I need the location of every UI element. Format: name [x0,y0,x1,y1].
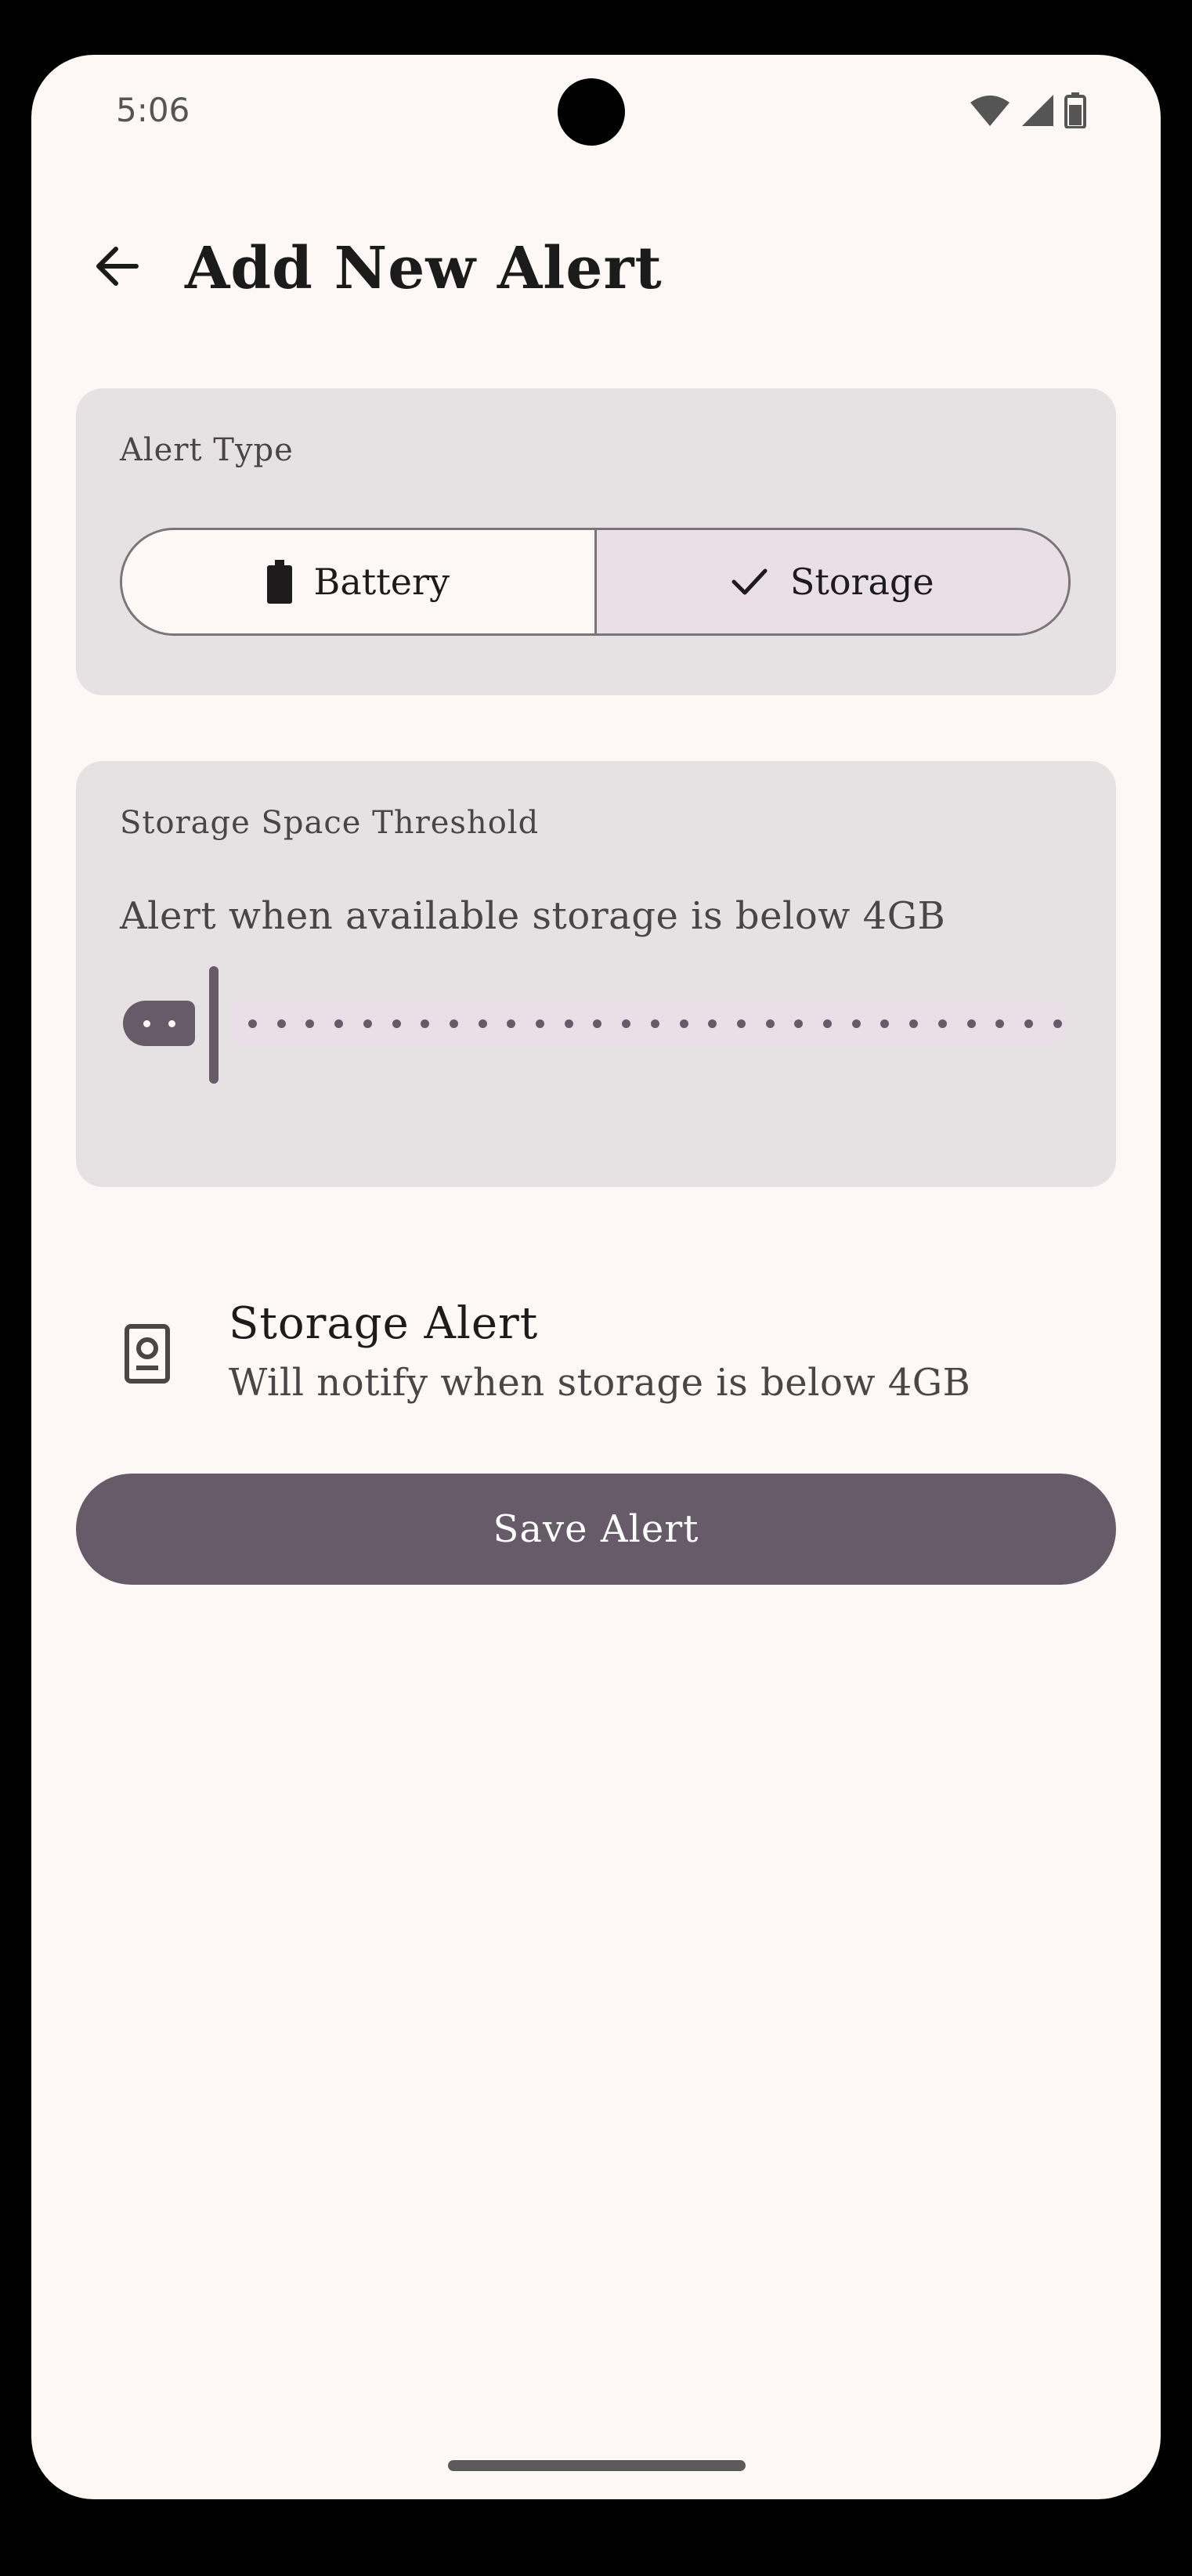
slider-stop-dot [823,1019,832,1028]
front-camera [558,78,625,146]
slider-stop-dot [334,1019,344,1028]
slider-stop-dot [593,1019,602,1028]
save-alert-button[interactable]: Save Alert [76,1474,1116,1585]
alert-type-label: Alert Type [120,432,294,468]
threshold-label: Storage Space Threshold [120,805,540,841]
battery-icon [266,560,292,604]
slider-stop-dot [449,1019,458,1028]
back-button[interactable] [78,227,157,305]
alert-type-selector: Battery Storage [120,528,1071,636]
slider-active-track [123,1001,195,1046]
threshold-description: Alert when available storage is below 4G… [120,894,946,938]
device-frame: 5:06 Add New Alert Alert Type Battery St… [0,0,1192,2576]
slider-stop-dot [909,1019,919,1028]
slider-stop-dot [851,1019,861,1028]
slider-stop-dot [765,1019,775,1028]
slider-stop-dot [966,1019,976,1028]
alert-type-card: Alert Type Battery Storage [76,388,1116,695]
slider-stop-dot [937,1019,947,1028]
slider-stop-dot [995,1019,1005,1028]
threshold-slider[interactable] [120,961,1071,1087]
battery-option[interactable]: Battery [122,530,594,633]
signal-icon [1022,95,1053,126]
status-time: 5:06 [116,91,190,129]
slider-stop-dot [305,1019,315,1028]
slider-stop-dot [536,1019,544,1028]
alert-summary: Storage Alert Will notify when storage i… [31,1276,1161,1433]
slider-stop-dot [708,1019,717,1028]
arrow-back-icon [96,247,139,286]
slider-stop-dot [276,1019,286,1028]
wifi-icon [970,96,1010,126]
check-icon [731,568,768,595]
threshold-card: Storage Space Threshold Alert when avail… [76,761,1116,1187]
slider-stop-dot [679,1019,688,1028]
summary-title: Storage Alert [229,1298,539,1349]
slider-inactive-track [233,1001,1067,1046]
slider-stop-dot [1053,1019,1062,1028]
battery-option-label: Battery [313,561,450,603]
slider-stop-dot [248,1019,257,1028]
slider-stop-dot [736,1019,746,1028]
slider-stop-dot [421,1019,430,1028]
storage-option[interactable]: Storage [594,530,1068,633]
gesture-nav-handle[interactable] [448,2460,746,2471]
battery-status-icon [1064,92,1086,128]
slider-handle[interactable] [209,966,219,1084]
slider-stop-dot [564,1019,573,1028]
storage-option-label: Storage [789,561,934,603]
slider-stop-dot [168,1020,175,1027]
slider-stop-dot [794,1019,804,1028]
slider-stop-dot [622,1019,631,1028]
slider-stop-dot [478,1019,487,1028]
slider-stop-dot [143,1020,150,1027]
slider-stop-dot [507,1019,516,1028]
slider-stop-dot [880,1019,890,1028]
slider-stop-dot [363,1019,372,1028]
slider-stop-dot [1024,1019,1033,1028]
app-bar: Add New Alert [31,211,1161,313]
page-title: Add New Alert [185,235,663,302]
storage-device-icon [125,1324,170,1384]
slider-stop-dot [392,1019,401,1028]
summary-subtitle: Will notify when storage is below 4GB [229,1361,971,1405]
status-icons [969,92,1086,128]
screen: 5:06 Add New Alert Alert Type Battery St… [31,55,1161,2499]
slider-stop-dot [650,1019,659,1028]
